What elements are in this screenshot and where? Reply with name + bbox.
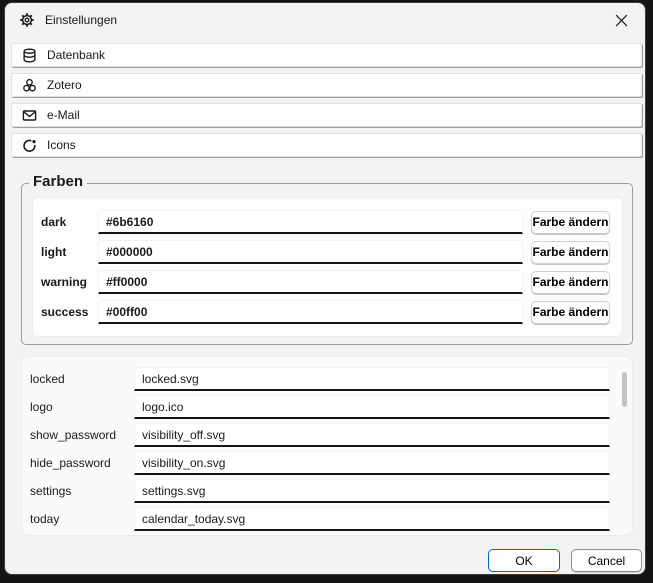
icon-file-input-locked[interactable]	[134, 367, 610, 391]
icon-label: settings	[30, 484, 134, 498]
cancel-button[interactable]: Cancel	[571, 549, 642, 572]
color-value-input-light[interactable]	[98, 240, 523, 264]
change-color-button-dark[interactable]: Farbe ändern	[531, 211, 610, 234]
color-label: success	[41, 305, 98, 319]
section-label: Icons	[47, 138, 76, 152]
icon-row-show-password: show_password	[30, 421, 632, 449]
icon-row-settings: settings	[30, 477, 632, 505]
color-label: warning	[41, 275, 98, 289]
icon-row-hide-password: hide_password	[30, 449, 632, 477]
icon-label: locked	[30, 372, 134, 386]
change-color-button-light[interactable]: Farbe ändern	[531, 241, 610, 264]
close-button[interactable]	[605, 7, 637, 33]
icon-file-input-show-password[interactable]	[134, 423, 610, 447]
sync-icon	[22, 138, 37, 153]
color-row-warning: warning Farbe ändern	[41, 267, 610, 297]
window-title: Einstellungen	[45, 13, 117, 27]
icon-file-input-logo[interactable]	[134, 395, 610, 419]
zotero-icon	[22, 78, 37, 93]
email-icon	[22, 108, 37, 123]
section-header-email[interactable]: e-Mail	[11, 103, 642, 127]
section-label: Datenbank	[47, 48, 105, 62]
gear-icon	[19, 12, 35, 28]
icon-label: today	[30, 512, 134, 526]
color-value-input-dark[interactable]	[98, 210, 523, 234]
color-value-input-warning[interactable]	[98, 270, 523, 294]
farben-title: Farben	[29, 173, 87, 190]
icon-label: hide_password	[30, 456, 134, 470]
icon-label: logo	[30, 400, 134, 414]
section-header-zotero[interactable]: Zotero	[11, 73, 642, 97]
title-bar: Einstellungen	[5, 3, 645, 37]
settings-dialog: Einstellungen Datenbank	[4, 2, 646, 575]
section-header-icons[interactable]: Icons	[11, 133, 642, 157]
farben-groupbox: Farben dark Farbe ändern light Farbe änd…	[21, 183, 633, 345]
change-color-button-warning[interactable]: Farbe ändern	[531, 271, 610, 294]
change-color-button-success[interactable]: Farbe ändern	[531, 301, 610, 324]
section-header-datenbank[interactable]: Datenbank	[11, 43, 642, 67]
section-label: e-Mail	[47, 108, 80, 122]
close-icon	[615, 14, 628, 27]
icon-row-locked: locked	[30, 365, 632, 393]
icon-file-input-today[interactable]	[134, 507, 610, 531]
icon-file-input-hide-password[interactable]	[134, 451, 610, 475]
icons-list-panel: locked logo show_password hide_password …	[21, 356, 633, 536]
farben-panel: dark Farbe ändern light Farbe ändern war…	[32, 197, 623, 337]
color-label: dark	[41, 215, 98, 229]
icon-row-logo: logo	[30, 393, 632, 421]
color-row-success: success Farbe ändern	[41, 297, 610, 327]
color-row-light: light Farbe ändern	[41, 237, 610, 267]
color-label: light	[41, 245, 98, 259]
icon-row-today: today	[30, 505, 632, 533]
section-label: Zotero	[47, 78, 82, 92]
color-value-input-success[interactable]	[98, 300, 523, 324]
database-icon	[22, 48, 37, 63]
scrollbar-thumb[interactable]	[622, 372, 627, 407]
icon-label: show_password	[30, 428, 134, 442]
icon-file-input-settings[interactable]	[134, 479, 610, 503]
ok-button[interactable]: OK	[488, 549, 560, 572]
color-row-dark: dark Farbe ändern	[41, 207, 610, 237]
